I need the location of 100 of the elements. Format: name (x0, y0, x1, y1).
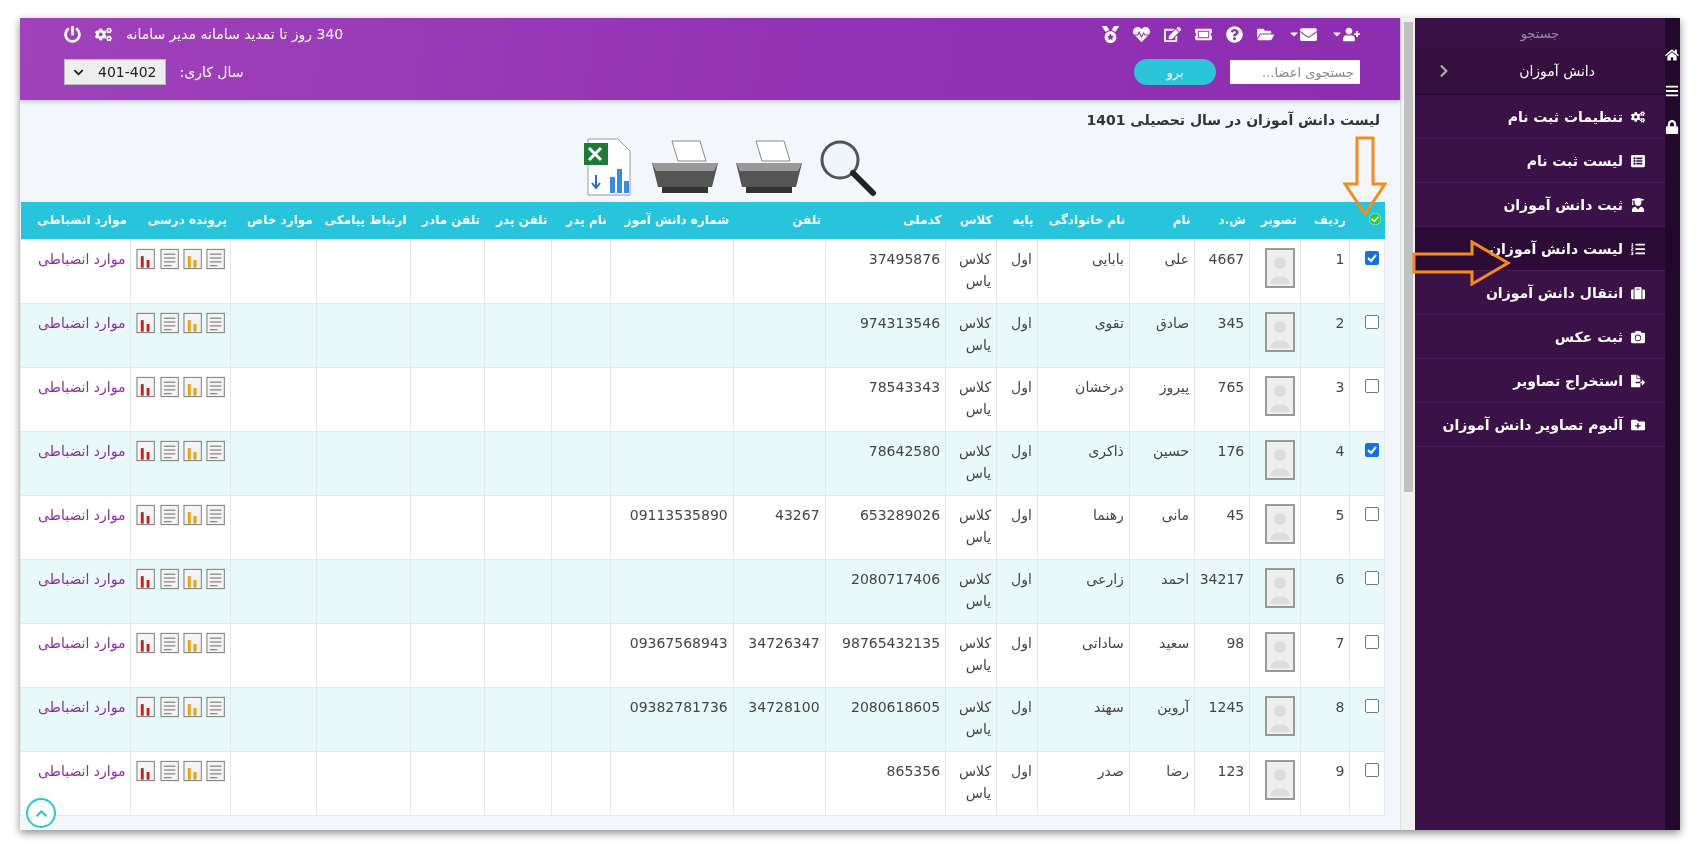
bar-chart-icon[interactable] (136, 375, 156, 398)
bar-chart-icon[interactable] (136, 759, 156, 782)
document-icon[interactable] (159, 631, 179, 654)
row-checkbox[interactable] (1365, 698, 1379, 713)
bar-chart-icon[interactable] (182, 503, 203, 526)
table-cell: 78543343 (868, 378, 941, 395)
table-cell: 34728100 (748, 698, 820, 715)
heartbeat-icon[interactable] (1133, 25, 1150, 43)
lock-icon[interactable] (1665, 120, 1679, 134)
bar-chart-icon[interactable] (182, 759, 203, 782)
table-cell: اول (1011, 314, 1032, 331)
bar-chart-icon[interactable] (182, 695, 203, 718)
table-cell: تقوی (1094, 314, 1124, 331)
document-icon[interactable] (159, 695, 179, 718)
year-select[interactable]: 401-402 (64, 59, 166, 85)
table-cell: 8 (1335, 698, 1345, 715)
table-cell: اول (1011, 250, 1032, 267)
row-checkbox[interactable] (1365, 442, 1379, 457)
edit-icon[interactable] (1164, 25, 1181, 43)
table-cell: کلاس یاس (959, 506, 992, 545)
row-checkbox[interactable] (1365, 378, 1379, 393)
photo-placeholder (1265, 631, 1296, 672)
home-icon[interactable] (1665, 48, 1679, 62)
graduate-icon (1631, 197, 1645, 212)
page-title: لیست دانش آموزان در سال تحصیلی 1401 (1085, 110, 1381, 131)
mail-dropdown-icon[interactable] (1288, 25, 1317, 43)
table-cell: 34217 (1199, 570, 1245, 587)
bar-chart-icon[interactable] (182, 311, 203, 334)
table-cell: کلاس یاس (959, 378, 992, 417)
table-cell: 78642580 (868, 442, 941, 459)
numbered-list-icon (1631, 241, 1645, 256)
member-search-field[interactable]: جستجوی اعضا... (1230, 60, 1360, 84)
document-icon[interactable] (159, 375, 179, 398)
suitcase-icon (1631, 285, 1645, 300)
bar-chart-icon[interactable] (182, 631, 203, 654)
table-cell: اول (1011, 442, 1032, 459)
table-cell: درخشان (1075, 378, 1124, 395)
row-checkbox[interactable] (1365, 506, 1379, 521)
bar-chart-icon[interactable] (136, 567, 156, 590)
table-cell: سعید (1159, 634, 1190, 651)
user-plus-dropdown-icon[interactable] (1331, 25, 1360, 43)
menu-icon[interactable] (1665, 84, 1679, 98)
document-icon[interactable] (159, 311, 179, 334)
column-header: نام خانوادگی (1037, 202, 1130, 239)
table-cell: زارعی (1086, 570, 1124, 587)
power-icon[interactable] (64, 25, 81, 43)
bar-chart-icon[interactable] (136, 439, 156, 462)
bar-chart-icon[interactable] (182, 439, 203, 462)
document-icon[interactable] (159, 759, 179, 782)
column-header: کلاس (945, 202, 997, 239)
bar-chart-icon[interactable] (136, 503, 156, 526)
document-icon[interactable] (159, 567, 179, 590)
table-cell: 974313546 (859, 314, 941, 331)
sidebar-search-label[interactable]: جستجو (1415, 18, 1665, 48)
photo-placeholder (1265, 311, 1296, 352)
bar-chart-icon[interactable] (136, 247, 156, 270)
table-cell: اول (1011, 506, 1032, 523)
table-cell: پیروز (1159, 378, 1190, 395)
bar-chart-icon[interactable] (136, 631, 156, 654)
bar-chart-icon[interactable] (136, 311, 156, 334)
table-cell: صدر (1097, 762, 1124, 779)
table-cell: اول (1011, 378, 1032, 395)
bar-chart-icon[interactable] (182, 247, 203, 270)
row-checkbox[interactable] (1365, 634, 1379, 649)
table-cell: علی (1164, 250, 1190, 267)
bar-chart-icon[interactable] (136, 695, 156, 718)
table-cell: 45 (1226, 506, 1245, 523)
bar-chart-icon[interactable] (182, 567, 203, 590)
table-cell: 123 (1217, 762, 1245, 779)
row-checkbox[interactable] (1365, 570, 1379, 585)
table-cell: ذاکری (1088, 442, 1124, 459)
gears-icon[interactable] (95, 25, 112, 43)
check-all-icon[interactable] (1368, 212, 1381, 225)
medal-icon[interactable] (1102, 25, 1119, 43)
table-cell: 2080618605 (850, 698, 941, 715)
table-cell: رضا (1166, 762, 1190, 779)
table-cell: اول (1011, 762, 1032, 779)
document-icon[interactable] (159, 247, 179, 270)
column-header: تلفن (733, 202, 826, 239)
table-cell: 37495876 (868, 250, 941, 267)
table-cell: کلاس یاس (959, 250, 992, 289)
bar-chart-icon[interactable] (182, 375, 203, 398)
document-icon[interactable] (159, 503, 179, 526)
help-icon[interactable] (1226, 25, 1243, 43)
table-cell: کلاس یاس (959, 570, 992, 609)
table-cell: مانی (1161, 506, 1190, 523)
table-cell: 43267 (775, 506, 820, 523)
photo-placeholder (1265, 759, 1296, 800)
table-cell: اول (1011, 698, 1032, 715)
row-checkbox[interactable] (1365, 762, 1379, 777)
row-checkbox[interactable] (1365, 250, 1379, 265)
scrollbar[interactable] (1400, 18, 1415, 830)
column-header: تلفن مادر (410, 202, 485, 239)
column-header: کدملی (825, 202, 946, 239)
photo-placeholder (1265, 375, 1296, 416)
document-icon[interactable] (159, 439, 179, 462)
column-header: نام (1129, 202, 1195, 239)
row-checkbox[interactable] (1365, 314, 1379, 329)
table-cell: 345 (1217, 314, 1245, 331)
sidebar-section[interactable]: دانش آموزان (1415, 48, 1665, 95)
